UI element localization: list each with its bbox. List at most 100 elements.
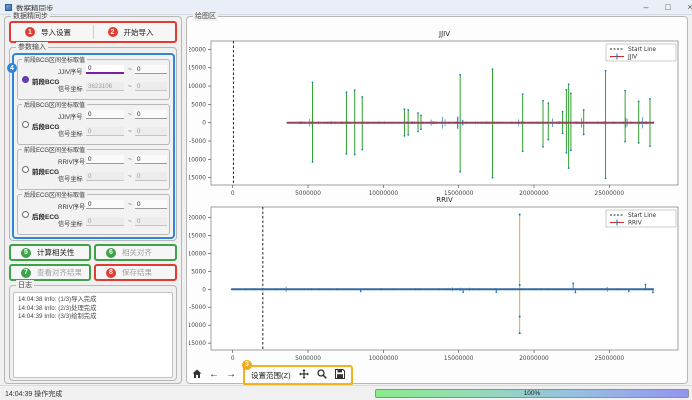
signal-end-input[interactable] xyxy=(135,127,167,136)
annotation-badge-7: 7 xyxy=(21,268,31,278)
close-button[interactable]: × xyxy=(680,0,692,15)
minimize-button[interactable]: – xyxy=(636,0,656,15)
range-end-input[interactable] xyxy=(135,200,167,209)
progress-value: 100% xyxy=(524,390,541,397)
param-section-title: 前段ECG区间坐标取值 xyxy=(22,145,87,154)
maximize-button[interactable]: □ xyxy=(658,0,678,15)
left-panel: 数据精同步 1 导入设置 2 开始导入 参数输入 4 前段BCG区间坐标取值 前… xyxy=(4,16,182,384)
range-start-input[interactable] xyxy=(86,155,124,164)
log-group: 日志 14:04:38 Info: (1/3)导入完成 14:04:38 Inf… xyxy=(9,285,177,381)
svg-text:-10000: -10000 xyxy=(189,157,206,163)
param-section: 前段BCG区间坐标取值 前段BCG JJIV序号 ~ 信号坐标 ~ xyxy=(17,59,170,100)
tilde-separator: ~ xyxy=(128,218,132,225)
svg-text:JJIV: JJIV xyxy=(438,30,450,38)
svg-text:20000: 20000 xyxy=(189,215,206,221)
segment-radio[interactable] xyxy=(22,166,29,173)
back-icon[interactable]: ← xyxy=(209,370,219,380)
tilde-separator: ~ xyxy=(128,201,132,208)
charts-canvas: JJIV050000001000000015000000200000002500… xyxy=(189,22,687,366)
segment-radio[interactable] xyxy=(22,211,29,218)
signal-end-input[interactable] xyxy=(135,217,167,226)
svg-text:Start Line: Start Line xyxy=(628,47,657,53)
svg-text:-5000: -5000 xyxy=(189,305,206,311)
row-label: 信号坐标 xyxy=(58,219,83,228)
svg-text:-15000: -15000 xyxy=(189,176,206,182)
param-section: 前段ECG区间坐标取值 前段ECG RRIV序号 ~ 信号坐标 ~ xyxy=(17,149,170,190)
import-settings-button[interactable]: 1 导入设置 xyxy=(11,23,93,41)
tilde-separator: ~ xyxy=(128,156,132,163)
svg-text:20000: 20000 xyxy=(189,47,206,53)
range-start-input[interactable] xyxy=(86,65,124,74)
row-label: JJIV序号 xyxy=(58,67,82,76)
range-end-input[interactable] xyxy=(135,65,167,74)
pan-icon[interactable] xyxy=(299,369,309,382)
import-settings-label: 导入设置 xyxy=(41,27,71,38)
start-import-button[interactable]: 2 开始导入 xyxy=(94,23,176,41)
log-group-title: 日志 xyxy=(16,280,34,290)
action-button-label: 查看对齐结果 xyxy=(37,267,82,278)
svg-text:25000000: 25000000 xyxy=(595,356,625,362)
zoom-icon[interactable] xyxy=(317,369,327,382)
svg-text:5000000: 5000000 xyxy=(295,356,321,362)
row-label: RRIV序号 xyxy=(58,157,85,166)
view-align-result-button[interactable]: 7 查看对齐结果 xyxy=(9,264,91,281)
svg-text:15000: 15000 xyxy=(189,233,206,239)
svg-text:0: 0 xyxy=(202,287,206,293)
signal-end-input[interactable] xyxy=(135,82,167,91)
param-section-title: 后段ECG区间坐标取值 xyxy=(22,190,87,199)
row-label: JJIV序号 xyxy=(58,112,82,121)
tilde-separator: ~ xyxy=(128,111,132,118)
compute-correlation-button[interactable]: 5 计算相关性 xyxy=(9,244,91,261)
annotation-badge-8: 8 xyxy=(106,268,116,278)
app-icon xyxy=(5,4,12,11)
segment-radio-label: 前段BCG xyxy=(32,76,59,86)
range-end-input[interactable] xyxy=(135,155,167,164)
svg-text:RRIV: RRIV xyxy=(628,221,642,227)
svg-text:20000000: 20000000 xyxy=(519,356,549,362)
segment-radio[interactable] xyxy=(22,121,29,128)
range-start-input[interactable] xyxy=(86,200,124,209)
param-section: 后段ECG区间坐标取值 后段ECG RRIV序号 ~ 信号坐标 ~ xyxy=(17,194,170,235)
save-icon[interactable] xyxy=(335,369,345,382)
save-result-button[interactable]: 8 保存结果 xyxy=(94,264,177,281)
signal-start-input[interactable] xyxy=(86,127,124,136)
action-button-label: 相关对齐 xyxy=(122,247,152,258)
set-range-button[interactable]: 设置范围(Z) xyxy=(251,370,291,381)
annotation-badge-2: 2 xyxy=(108,27,118,37)
signal-end-input[interactable] xyxy=(135,172,167,181)
log-entry: 14:04:38 Info: (2/3)处理完成 xyxy=(18,305,168,314)
range-start-input[interactable] xyxy=(86,110,124,119)
param-section: 后段BCG区间坐标取值 后段BCG JJIV序号 ~ 信号坐标 ~ xyxy=(17,104,170,145)
svg-text:5000: 5000 xyxy=(191,269,206,275)
signal-start-input[interactable] xyxy=(86,217,124,226)
tilde-separator: ~ xyxy=(128,83,132,90)
params-annotated-area: 4 前段BCG区间坐标取值 前段BCG JJIV序号 ~ 信号坐标 ~ 后段BC… xyxy=(12,53,175,239)
segment-radio[interactable] xyxy=(22,76,29,83)
home-icon[interactable] xyxy=(192,369,202,382)
log-area[interactable]: 14:04:38 Info: (1/3)导入完成 14:04:38 Info: … xyxy=(13,292,173,378)
status-message: 14:04:39 操作完成 xyxy=(5,389,62,399)
log-entry: 14:04:38 Info: (1/3)导入完成 xyxy=(18,296,168,305)
correlation-align-button[interactable]: 6 相关对齐 xyxy=(94,244,177,261)
svg-text:10000000: 10000000 xyxy=(369,191,399,197)
svg-text:0: 0 xyxy=(231,191,235,197)
svg-text:0: 0 xyxy=(202,121,206,127)
range-tools-annotated-area: 3 设置范围(Z) xyxy=(243,365,353,386)
progress-bar: 100% xyxy=(375,389,689,398)
params-group-title: 参数输入 xyxy=(16,42,48,52)
segment-radio-label: 后段BCG xyxy=(32,121,59,131)
param-section-title: 前段BCG区间坐标取值 xyxy=(22,55,87,64)
params-group: 参数输入 4 前段BCG区间坐标取值 前段BCG JJIV序号 ~ 信号坐标 ~… xyxy=(9,47,177,241)
start-import-label: 开始导入 xyxy=(124,27,154,38)
signal-start-input[interactable] xyxy=(86,82,124,91)
tilde-separator: ~ xyxy=(128,66,132,73)
svg-text:15000: 15000 xyxy=(189,66,206,72)
svg-text:5000: 5000 xyxy=(191,102,206,108)
forward-icon[interactable]: → xyxy=(226,370,236,380)
svg-text:Start Line: Start Line xyxy=(628,213,657,219)
svg-text:25000000: 25000000 xyxy=(595,191,625,197)
signal-start-input[interactable] xyxy=(86,172,124,181)
row-label: 信号坐标 xyxy=(58,174,83,183)
range-end-input[interactable] xyxy=(135,110,167,119)
svg-text:JJIV: JJIV xyxy=(627,55,637,61)
